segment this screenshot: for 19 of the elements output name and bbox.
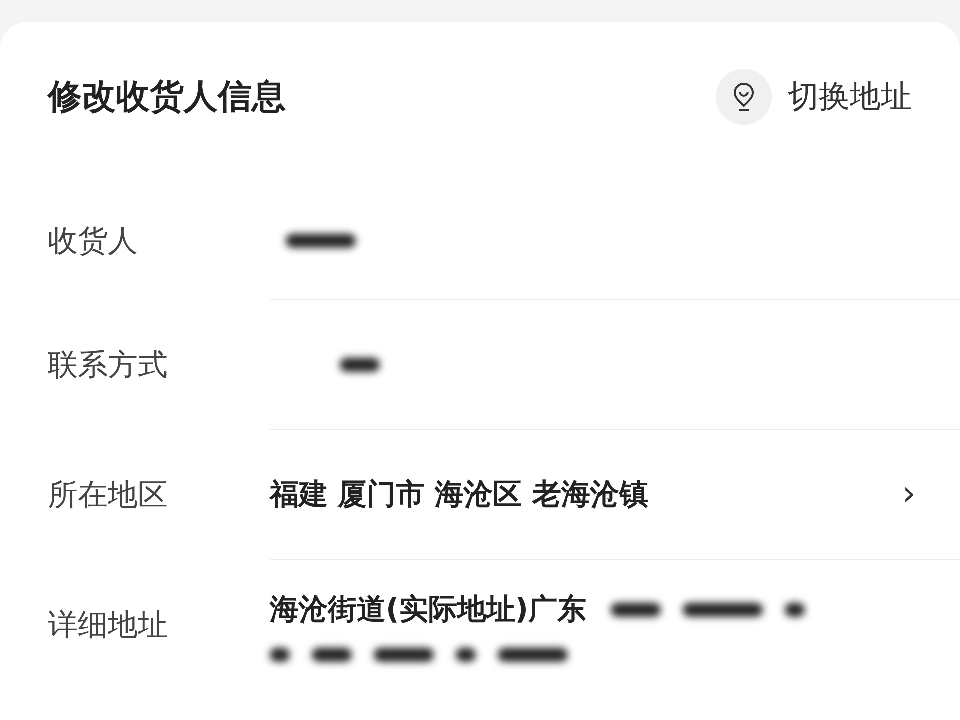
field-label: 收货人	[48, 222, 138, 260]
location-pin-icon	[732, 82, 756, 112]
redacted-mark	[456, 648, 476, 662]
redacted-mark	[498, 648, 568, 662]
field-value: 海沧街道(实际地址)广东	[270, 591, 587, 628]
field-label: 所在地区	[48, 476, 168, 514]
redacted-mark	[340, 358, 380, 372]
field-label: 联系方式	[48, 346, 168, 384]
redacted-mark	[374, 648, 434, 662]
redacted-mark	[270, 648, 290, 662]
redacted-mark	[286, 234, 356, 248]
chevron-icon[interactable]: ›	[902, 469, 916, 520]
redacted-mark	[784, 603, 805, 617]
redacted-mark	[610, 603, 661, 617]
redacted-mark	[312, 648, 352, 662]
page-title: 修改收货人信息	[48, 76, 286, 118]
switch-address-button[interactable]: 切换地址	[716, 69, 912, 125]
field-label: 详细地址	[48, 606, 168, 644]
field-value: 福建 厦门市 海沧区 老海沧镇	[270, 476, 648, 513]
